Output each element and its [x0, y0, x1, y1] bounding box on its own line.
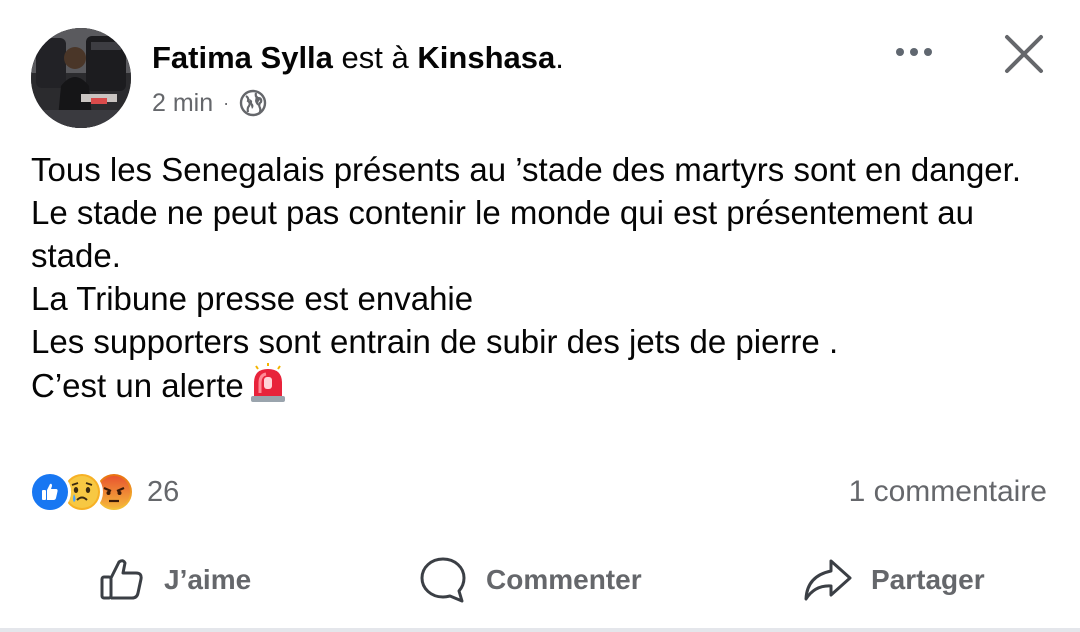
- post-header: Fatima Sylla est à Kinshasa.: [152, 38, 564, 78]
- location-prefix: est à: [341, 40, 409, 75]
- author-name[interactable]: Fatima Sylla: [152, 40, 333, 75]
- close-icon[interactable]: [1000, 30, 1048, 78]
- location-name[interactable]: Kinshasa: [417, 40, 555, 75]
- facebook-post: Fatima Sylla est à Kinshasa. 2 min · Tou…: [0, 0, 1080, 632]
- post-text-line: La Tribune presse est envahie: [31, 280, 474, 317]
- post-text-last-line: C’est un alerte: [31, 363, 1041, 407]
- post-text: Tous les Senegalais présents au ’stade d…: [31, 148, 1041, 407]
- reactions-summary[interactable]: 26: [29, 470, 179, 514]
- like-button[interactable]: J’aime: [98, 548, 251, 612]
- post-meta: 2 min ·: [152, 86, 267, 120]
- post-text-line: Les supporters sont entrain de subir des…: [31, 323, 839, 360]
- avatar[interactable]: [31, 28, 131, 128]
- share-button[interactable]: Partager: [803, 548, 985, 612]
- post-text-line: C’est un alerte: [31, 367, 244, 404]
- post-timestamp[interactable]: 2 min: [152, 86, 213, 120]
- more-options-icon[interactable]: [890, 36, 938, 68]
- rotating-light-icon: [250, 363, 286, 403]
- post-text-line: Le stade ne peut pas contenir le monde q…: [31, 194, 974, 274]
- like-icon: [29, 471, 71, 513]
- comment-count-link[interactable]: 1 commentaire: [849, 472, 1047, 512]
- share-arrow-icon: [804, 559, 852, 601]
- share-button-label: Partager: [871, 564, 985, 595]
- avatar-photo: [31, 28, 131, 128]
- globe-icon[interactable]: [239, 89, 267, 117]
- reaction-count: 26: [147, 475, 180, 508]
- comment-button-label: Commenter: [486, 564, 642, 595]
- like-button-label: J’aime: [164, 564, 252, 595]
- post-text-line: Tous les Senegalais présents au ’stade d…: [31, 151, 1021, 188]
- location-suffix: .: [555, 40, 564, 75]
- divider: [0, 628, 1080, 632]
- comment-button[interactable]: Commenter: [418, 548, 642, 612]
- action-bar: J’aime Commenter Partager: [0, 548, 1080, 612]
- comment-bubble-icon: [420, 557, 466, 603]
- meta-separator: ·: [223, 93, 230, 113]
- thumbs-up-icon: [100, 559, 143, 600]
